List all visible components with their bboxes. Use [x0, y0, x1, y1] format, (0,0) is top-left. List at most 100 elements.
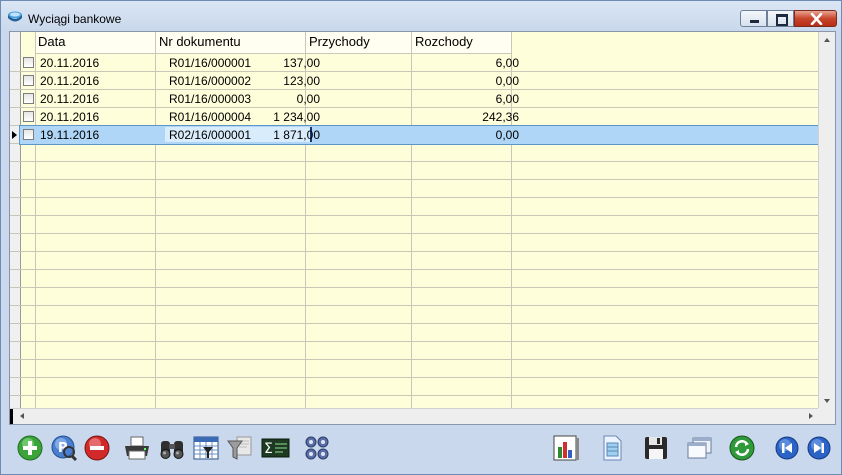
date-cell[interactable]: 20.11.2016 — [40, 108, 99, 126]
sum-icon: Σ — [261, 438, 290, 458]
current-row-pointer-icon — [12, 131, 17, 139]
save-icon — [645, 437, 667, 459]
date-cell[interactable]: 20.11.2016 — [40, 54, 99, 72]
funnel-filter-icon — [227, 436, 252, 460]
grid-row-line — [10, 359, 819, 360]
table-row[interactable]: 20.11.2016 R01/16/000004 1 234,00 242,36 — [20, 108, 819, 126]
table-row[interactable]: 19.11.2016 R02/16/000001 1 871,00 0,00 — [19, 125, 820, 145]
print-button[interactable] — [122, 433, 152, 463]
add-icon — [17, 435, 43, 461]
grid-row-line — [10, 233, 819, 234]
windows-button[interactable] — [684, 433, 714, 463]
scroll-right-arrow-icon[interactable] — [809, 413, 813, 419]
preview-button[interactable]: P — [49, 433, 79, 463]
bank-statements-grid[interactable]: Data Nr dokumentu Przychody Rozchody 20.… — [9, 31, 836, 425]
row-checkbox[interactable] — [23, 57, 34, 68]
print-icon — [125, 436, 149, 460]
date-filter-button[interactable] — [191, 433, 221, 463]
table-row[interactable]: 20.11.2016 R01/16/000001 137,00 6,00 — [20, 54, 819, 72]
vertical-scrollbar[interactable] — [818, 32, 835, 409]
calendar-filter-icon — [193, 436, 219, 460]
binoculars-search-icon — [160, 441, 184, 459]
row-checkbox[interactable] — [23, 75, 34, 86]
svg-text:Σ: Σ — [264, 441, 273, 457]
table-row[interactable]: 20.11.2016 R01/16/000003 0,00 6,00 — [20, 90, 819, 108]
grid-row-line — [10, 377, 819, 378]
grid-row-line — [10, 251, 819, 252]
grid-row-line — [10, 395, 819, 396]
row-checkbox[interactable] — [23, 129, 34, 140]
row-checkbox[interactable] — [23, 111, 34, 122]
document-number-cell[interactable]: R01/16/000004 — [169, 108, 251, 126]
previous-icon — [775, 436, 799, 460]
date-cell[interactable]: 20.11.2016 — [40, 72, 99, 90]
expense-cell[interactable]: 0,00 — [496, 126, 519, 144]
income-cell[interactable]: 0,00 — [297, 90, 320, 108]
refresh-icon — [729, 435, 755, 461]
chart-button[interactable] — [551, 433, 581, 463]
next-icon — [807, 436, 831, 460]
window-title: Wyciągi bankowe — [28, 12, 122, 26]
minimize-button[interactable] — [740, 10, 767, 27]
column-header-date[interactable]: Data — [35, 32, 155, 54]
grid-row-line — [10, 341, 819, 342]
grid-row-line — [10, 269, 819, 270]
chart-icon — [553, 435, 579, 461]
save-button[interactable] — [641, 433, 671, 463]
scroll-up-arrow-icon[interactable] — [824, 38, 830, 42]
grid-row-line — [10, 197, 819, 198]
grid-row-line — [10, 305, 819, 306]
document-number-cell[interactable]: R02/16/000001 — [169, 126, 251, 144]
gears-icon — [305, 436, 329, 460]
table-row[interactable]: 20.11.2016 R01/16/000002 123,00 0,00 — [20, 72, 819, 90]
search-button[interactable] — [157, 433, 187, 463]
income-cell[interactable]: 123,00 — [283, 72, 320, 90]
sum-button[interactable]: Σ — [260, 433, 290, 463]
horizontal-scroll-thumb[interactable] — [10, 409, 13, 424]
column-header-expense[interactable]: Rozchody — [412, 32, 511, 54]
income-cell[interactable]: 1 871,00 — [273, 126, 320, 144]
close-button[interactable] — [794, 10, 837, 27]
previous-button[interactable] — [772, 433, 802, 463]
column-header-income[interactable]: Przychody — [306, 32, 411, 54]
document-number-cell[interactable]: R01/16/000001 — [169, 54, 251, 72]
date-cell[interactable]: 20.11.2016 — [40, 90, 99, 108]
windows-icon — [687, 437, 712, 459]
document-number-cell[interactable]: R01/16/000002 — [169, 72, 251, 90]
add-button[interactable] — [15, 433, 45, 463]
delete-icon — [84, 435, 110, 461]
main-window: Wyciągi bankowe Data Nr dokumentu Przych… — [0, 0, 842, 475]
bank-statement-icon — [7, 10, 23, 24]
expense-cell[interactable]: 6,00 — [496, 90, 519, 108]
document-icon — [603, 435, 622, 461]
grid-row-line — [10, 161, 819, 162]
close-icon — [810, 13, 823, 25]
refresh-button[interactable] — [727, 433, 757, 463]
scroll-left-arrow-icon[interactable] — [20, 413, 24, 419]
settings-button[interactable] — [302, 433, 332, 463]
expense-cell[interactable]: 0,00 — [496, 72, 519, 90]
bottom-toolbar: P Σ — [9, 429, 836, 469]
title-bar[interactable]: Wyciągi bankowe — [1, 1, 841, 30]
filter-button[interactable] — [225, 433, 255, 463]
expense-cell[interactable]: 6,00 — [496, 54, 519, 72]
document-number-cell[interactable]: R01/16/000003 — [169, 90, 251, 108]
maximize-button[interactable] — [767, 10, 794, 27]
grid-row-line — [10, 179, 819, 180]
row-checkbox[interactable] — [23, 93, 34, 104]
preview-icon: P — [51, 435, 78, 462]
horizontal-scrollbar[interactable] — [10, 408, 819, 424]
income-cell[interactable]: 1 234,00 — [273, 108, 320, 126]
income-cell[interactable]: 137,00 — [283, 54, 320, 72]
document-button[interactable] — [597, 433, 627, 463]
column-header-document-number[interactable]: Nr dokumentu — [156, 32, 305, 54]
expense-cell[interactable]: 242,36 — [482, 108, 519, 126]
grid-row-line — [10, 215, 819, 216]
delete-button[interactable] — [82, 433, 112, 463]
date-cell[interactable]: 19.11.2016 — [40, 126, 99, 144]
next-button[interactable] — [804, 433, 834, 463]
grid-row-line — [10, 287, 819, 288]
scroll-down-arrow-icon[interactable] — [824, 399, 830, 403]
grid-row-line — [10, 323, 819, 324]
scrollbar-corner — [818, 408, 835, 424]
